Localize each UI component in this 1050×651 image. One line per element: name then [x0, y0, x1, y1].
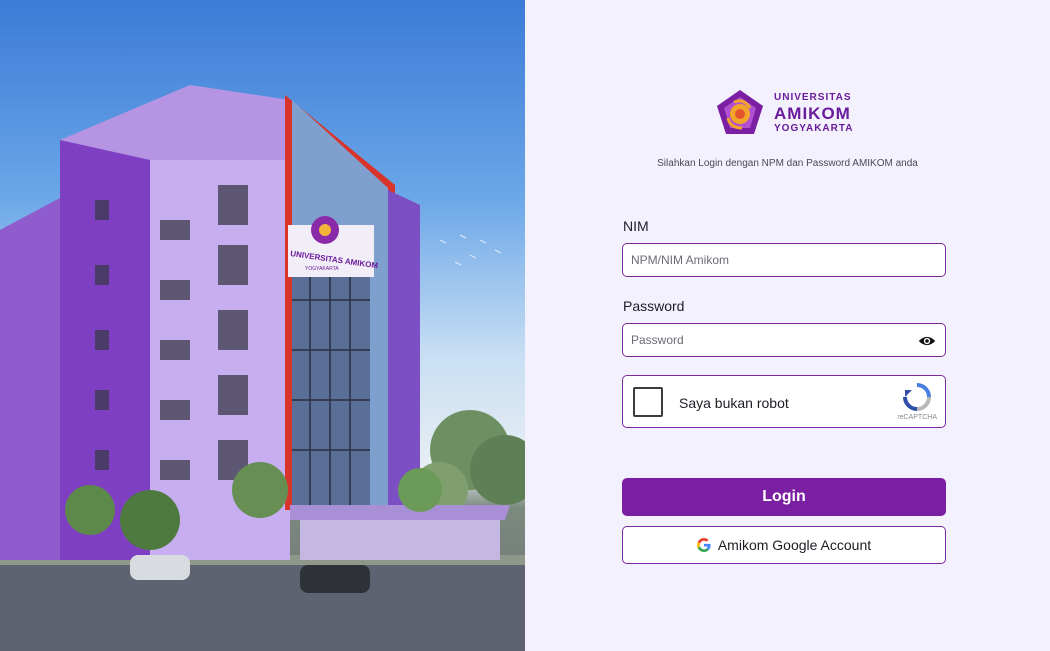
password-label: Password [623, 298, 685, 314]
eye-icon[interactable] [918, 333, 936, 349]
recaptcha-widget: Saya bukan robot reCAPTCHA [622, 375, 946, 428]
logo-line1: UNIVERSITAS [774, 91, 852, 103]
google-login-button[interactable]: Amikom Google Account [622, 526, 946, 564]
nim-input[interactable] [623, 244, 945, 276]
logo-line2: AMIKOM [774, 103, 851, 123]
amikom-logo: UNIVERSITAS AMIKOM YOGYAKARTA [714, 88, 864, 138]
google-icon [696, 538, 711, 552]
password-input[interactable] [623, 324, 945, 356]
building-sign-subtext: YOGYAKARTA [305, 266, 339, 272]
recaptcha-label: Saya bukan robot [679, 395, 789, 411]
recaptcha-brand: reCAPTCHA [897, 414, 937, 421]
campus-building-illustration: UNIVERSITAS AMIKOM YOGYAKARTA [0, 0, 525, 651]
recaptcha-icon [903, 383, 931, 411]
google-login-label: Amikom Google Account [717, 537, 872, 553]
login-panel: UNIVERSITAS AMIKOM YOGYAKARTA Silahkan L… [525, 0, 1050, 651]
nim-field-wrapper [622, 243, 946, 277]
login-button[interactable]: Login [622, 478, 946, 516]
recaptcha-checkbox[interactable] [633, 387, 663, 417]
building-image: UNIVERSITAS AMIKOM YOGYAKARTA [0, 85, 525, 651]
nim-label: NIM [623, 218, 649, 234]
password-field-wrapper [622, 323, 946, 357]
login-subtitle: Silahkan Login dengan NPM dan Password A… [657, 158, 918, 169]
amikom-logo-icon [717, 90, 763, 134]
logo-line3: YOGYAKARTA [774, 122, 854, 134]
